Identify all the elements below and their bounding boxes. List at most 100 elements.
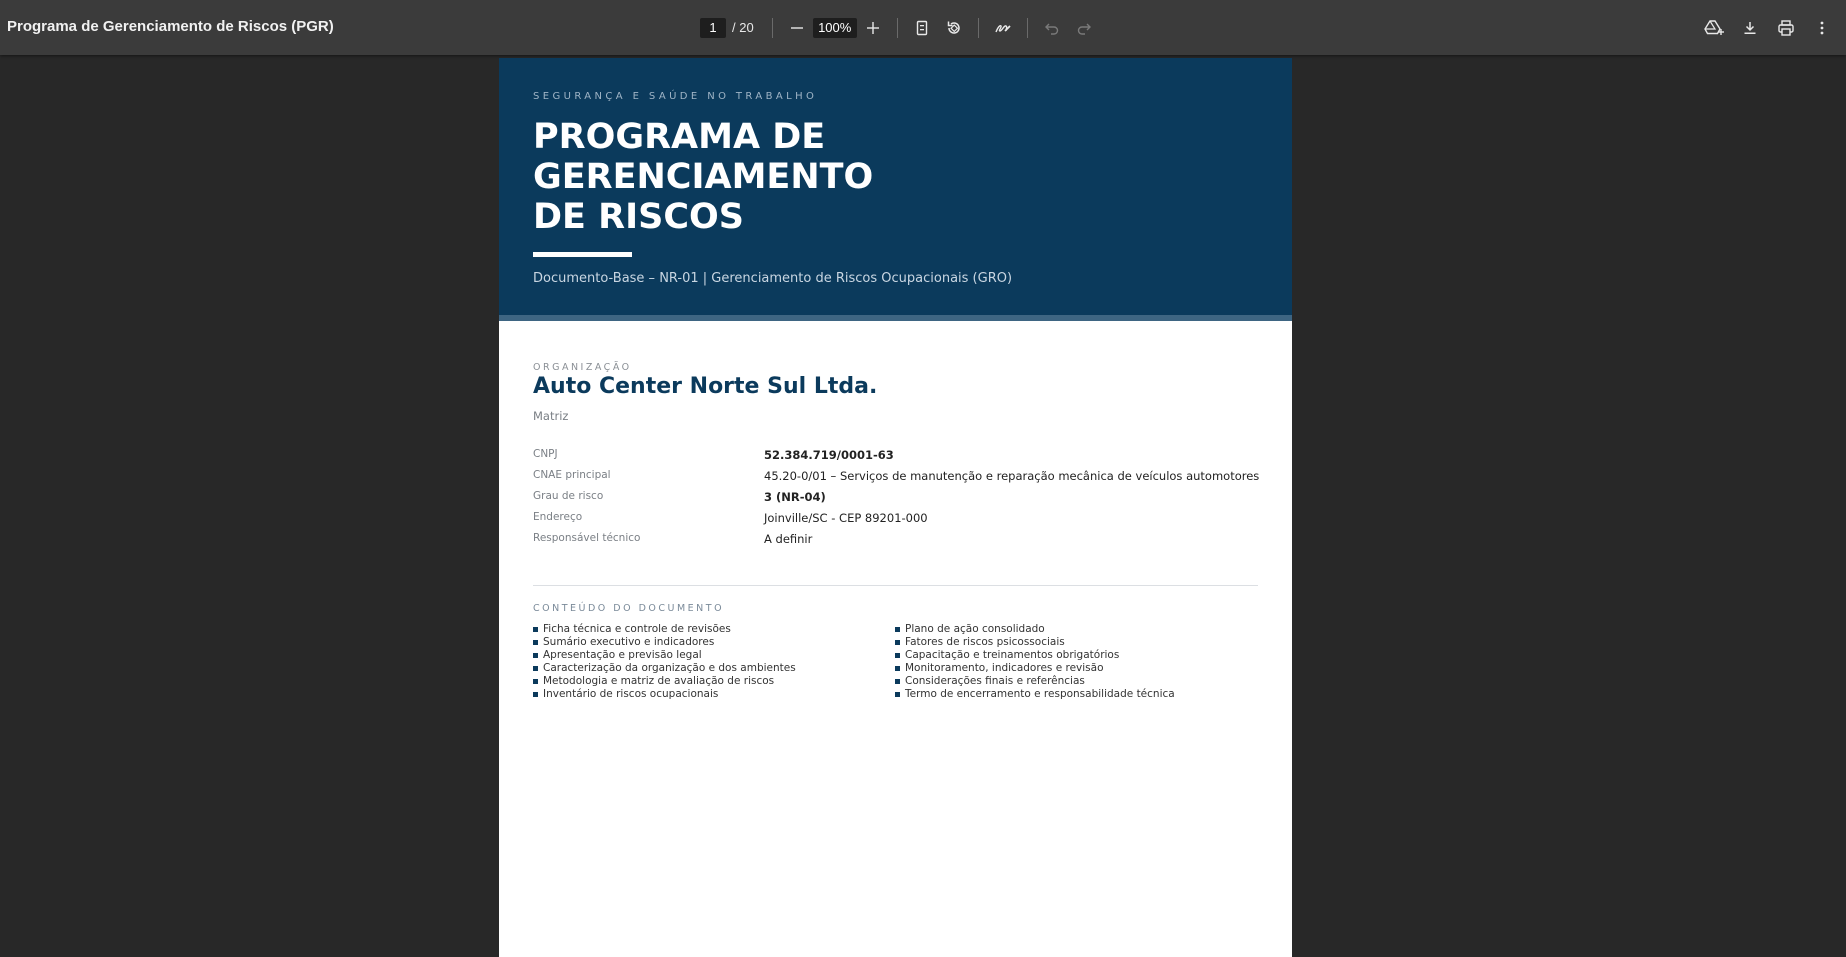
toc-item-text: Caracterização da organização e dos ambi… xyxy=(543,662,796,674)
rotate-icon xyxy=(947,21,960,34)
info-label: Grau de risco xyxy=(533,490,604,502)
info-label: Responsável técnico xyxy=(533,532,641,544)
toc-item-text: Inventário de riscos ocupacionais xyxy=(543,688,719,700)
toolbar-divider xyxy=(771,17,773,38)
pdf-page: SEGURANÇA E SAÚDE NO TRABALHO PROGRAMA D… xyxy=(499,58,1292,957)
toc-item: Sumário executivo e indicadores xyxy=(533,636,796,649)
square-bullet-icon xyxy=(895,627,900,632)
cover-subtitle: Documento-Base – NR-01 | Gerenciamento d… xyxy=(533,271,1013,286)
undo-icon xyxy=(1044,23,1058,35)
toc-column-left: Ficha técnica e controle de revisões Sum… xyxy=(533,623,796,701)
toc-item-text: Sumário executivo e indicadores xyxy=(543,636,715,648)
info-row-responsavel: Responsável técnico A definir xyxy=(533,532,1263,552)
toc-item: Fatores de riscos psicossociais xyxy=(895,636,1175,649)
info-row-endereco: Endereço Joinville/SC - CEP 89201-000 xyxy=(533,511,1263,531)
print-button[interactable] xyxy=(1768,12,1804,44)
toc-item-text: Metodologia e matriz de avaliação de ris… xyxy=(543,675,775,687)
toc-item-text: Plano de ação consolidado xyxy=(905,623,1045,635)
cover-title-line: GERENCIAMENTO xyxy=(533,157,874,197)
toc-item: Caracterização da organização e dos ambi… xyxy=(533,662,796,675)
toc-column-right: Plano de ação consolidado Fatores de ris… xyxy=(895,623,1175,701)
org-name: Auto Center Norte Sul Ltda. xyxy=(533,374,878,399)
minus-icon xyxy=(790,26,803,29)
title-accent-bar xyxy=(533,252,632,257)
info-label: CNPJ xyxy=(533,448,558,460)
toc-item: Ficha técnica e controle de revisões xyxy=(533,623,796,636)
square-bullet-icon xyxy=(895,692,900,697)
square-bullet-icon xyxy=(895,640,900,645)
info-row-cnae: CNAE principal 45.20-0/01 – Serviços de … xyxy=(533,469,1263,489)
toc-item: Considerações finais e referências xyxy=(895,675,1175,688)
pen-draw-icon xyxy=(995,24,1011,32)
download-icon xyxy=(1744,21,1756,34)
print-icon xyxy=(1778,19,1794,36)
info-value: 52.384.719/0001-63 xyxy=(764,448,894,462)
info-row-cnpj: CNPJ 52.384.719/0001-63 xyxy=(533,448,1263,468)
cover-title: PROGRAMA DE GERENCIAMENTO DE RISCOS xyxy=(533,117,873,237)
undo-button[interactable] xyxy=(1036,12,1068,44)
toc-kicker: CONTEÚDO DO DOCUMENTO xyxy=(533,603,725,614)
info-value: A definir xyxy=(764,532,813,546)
cover-title-line: PROGRAMA DE xyxy=(533,117,826,157)
org-unit: Matriz xyxy=(533,409,569,423)
toc-item-text: Capacitação e treinamentos obrigatórios xyxy=(905,649,1120,661)
zoom-level-input[interactable]: 100% xyxy=(812,17,857,38)
center-tools: / 20 100% xyxy=(700,0,1100,55)
square-bullet-icon xyxy=(895,653,900,658)
toc-item-text: Apresentação e previsão legal xyxy=(543,649,702,661)
page-number-input[interactable] xyxy=(700,17,726,38)
toc-item-text: Fatores de riscos psicossociais xyxy=(905,636,1065,648)
info-label: CNAE principal xyxy=(533,469,611,481)
toc-item: Plano de ação consolidado xyxy=(895,623,1175,636)
redo-icon xyxy=(1077,23,1091,35)
cover-header: SEGURANÇA E SAÚDE NO TRABALHO PROGRAMA D… xyxy=(499,58,1292,315)
toc-item: Termo de encerramento e responsabilidade… xyxy=(895,688,1175,701)
zoom-out-button[interactable] xyxy=(781,12,813,44)
cover-header-stripe xyxy=(499,315,1292,321)
toc-item-text: Considerações finais e referências xyxy=(905,675,1085,687)
fit-page-button[interactable] xyxy=(906,12,938,44)
toc-item: Metodologia e matriz de avaliação de ris… xyxy=(533,675,796,688)
pdf-toolbar: Programa de Gerenciamento de Riscos (PGR… xyxy=(0,0,1846,55)
plus-icon xyxy=(866,21,879,34)
toc-item: Inventário de riscos ocupacionais xyxy=(533,688,796,701)
right-tools xyxy=(1696,0,1840,55)
square-bullet-icon xyxy=(533,653,538,658)
square-bullet-icon xyxy=(895,666,900,671)
toc-item-text: Monitoramento, indicadores e revisão xyxy=(905,662,1104,674)
document-title: Programa de Gerenciamento de Riscos (PGR… xyxy=(7,18,334,35)
toc-item-text: Termo de encerramento e responsabilidade… xyxy=(905,688,1175,700)
drive-add-icon xyxy=(1704,19,1724,35)
more-vert-icon xyxy=(1820,21,1824,34)
toc-item: Capacitação e treinamentos obrigatórios xyxy=(895,649,1175,662)
info-value: 3 (NR-04) xyxy=(764,490,826,504)
info-row-grau-risco: Grau de risco 3 (NR-04) xyxy=(533,490,1263,510)
toc-item-text: Ficha técnica e controle de revisões xyxy=(543,623,731,635)
toolbar-divider xyxy=(896,17,898,38)
cover-title-line: DE RISCOS xyxy=(533,197,744,237)
toc-item: Monitoramento, indicadores e revisão xyxy=(895,662,1175,675)
drive-save-button[interactable] xyxy=(1696,12,1732,44)
square-bullet-icon xyxy=(895,679,900,684)
rotate-button[interactable] xyxy=(938,12,970,44)
download-button[interactable] xyxy=(1732,12,1768,44)
info-value: Joinville/SC - CEP 89201-000 xyxy=(764,511,928,525)
section-divider xyxy=(533,585,1258,586)
annotate-button[interactable] xyxy=(987,12,1019,44)
square-bullet-icon xyxy=(533,627,538,632)
toc-item: Apresentação e previsão legal xyxy=(533,649,796,662)
square-bullet-icon xyxy=(533,666,538,671)
toolbar-divider xyxy=(977,17,979,38)
info-label: Endereço xyxy=(533,511,583,523)
toolbar-divider xyxy=(1026,17,1028,38)
fit-page-icon xyxy=(916,20,927,35)
square-bullet-icon xyxy=(533,640,538,645)
zoom-in-button[interactable] xyxy=(857,12,889,44)
square-bullet-icon xyxy=(533,692,538,697)
page-total: / 20 xyxy=(732,20,754,35)
redo-button[interactable] xyxy=(1068,12,1100,44)
cover-kicker: SEGURANÇA E SAÚDE NO TRABALHO xyxy=(533,91,818,102)
org-kicker: ORGANIZAÇÃO xyxy=(533,362,632,373)
more-options-button[interactable] xyxy=(1804,12,1840,44)
square-bullet-icon xyxy=(533,679,538,684)
